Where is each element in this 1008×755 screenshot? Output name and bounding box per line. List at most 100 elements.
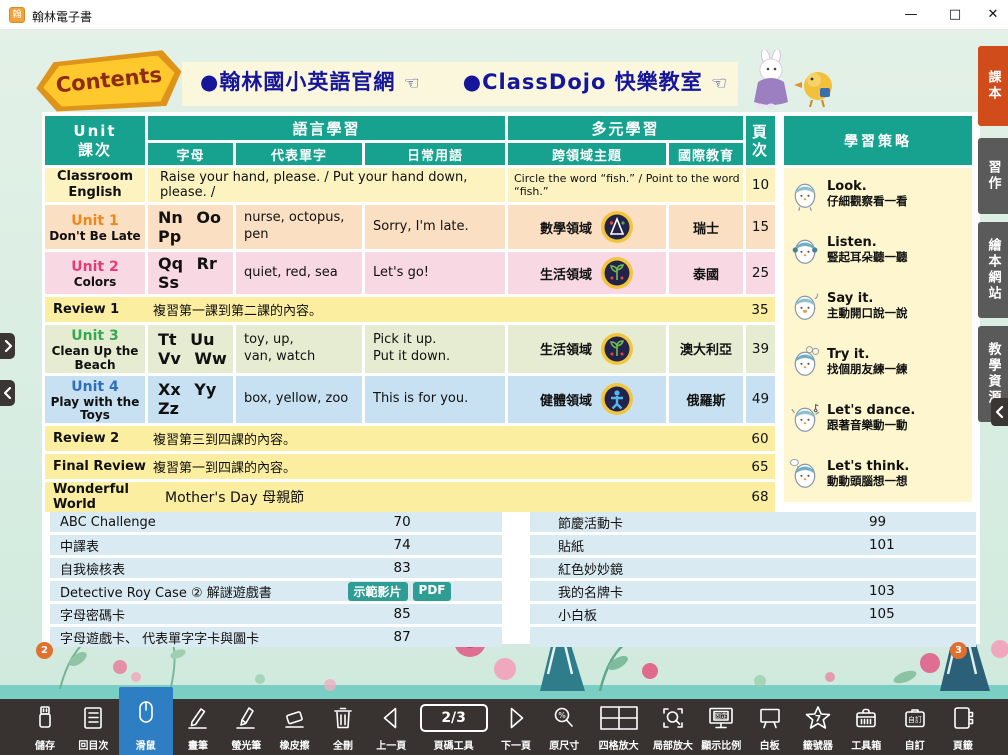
list-item: 自我檢核表83 [50, 558, 502, 578]
four-pane-zoom-button[interactable]: 四格放大 [590, 699, 648, 755]
page-tabs-button[interactable]: 頁籤 [940, 699, 986, 755]
list-item: 中譯表74 [50, 535, 502, 555]
previous-triangle-icon [378, 705, 404, 731]
left-panel-collapse-button[interactable] [0, 380, 15, 406]
original-size-button[interactable]: % 原尺寸 [541, 699, 587, 755]
svg-text:自訂: 自訂 [908, 715, 922, 724]
row-review-1: Review 1 複習第一課到第二課的內容。 35 [45, 297, 775, 322]
pdf-button[interactable]: PDF [413, 582, 452, 601]
country: 瑞士 [669, 205, 743, 249]
mouse-icon [133, 699, 159, 725]
strategy-lets-think: Let's think.動動頭腦想一想 [790, 456, 966, 492]
list-item: 我的名牌卡103 [530, 581, 976, 601]
life-domain-badge-icon [600, 332, 634, 366]
title-bar: 翰 翰林電子書 — □ ✕ [0, 0, 1008, 30]
page-number: 49 [746, 376, 775, 424]
mascot-icon [790, 232, 820, 268]
pencil-icon [185, 705, 211, 731]
list-item: 小白板105 [530, 604, 976, 624]
page-indicator[interactable]: 2/3 [420, 704, 488, 732]
strategy-listen: Listen.豎起耳朵聽一聽 [790, 232, 966, 268]
pen-tool-button[interactable]: 畫筆 [175, 699, 221, 755]
sidebar-collapse-button[interactable] [991, 398, 1008, 426]
mascot-icon [790, 344, 820, 380]
region-magnifier-icon [660, 705, 686, 731]
whiteboard-icon [757, 705, 783, 731]
zoom-percent-icon: % [551, 705, 577, 731]
mascot-icon [790, 456, 820, 492]
save-button[interactable]: 儲存 [22, 699, 68, 755]
unit-number: Unit 1 [71, 213, 118, 229]
pointing-hand-icon: ☜ [404, 73, 421, 94]
svg-text:7: 7 [815, 714, 821, 724]
tab-picture-book-site[interactable]: 繪本網站 [978, 222, 1008, 318]
list-item: 字母遊戲卡、 代表單字字卡與圖卡87 [50, 627, 502, 647]
page-number: 85 [394, 606, 411, 622]
rabbit-and-duck-mascots [744, 50, 844, 110]
display-ratio-button[interactable]: 固定 顯示比例 [698, 699, 744, 755]
fixed-ratio-monitor-icon: 固定 [707, 705, 735, 731]
delete-all-button[interactable]: 全刪 [320, 699, 366, 755]
review-label: Review 1 [45, 302, 153, 317]
ebook-canvas: ●翰林國小英語官網 ☜ ●ClassDojo 快樂教室 ☜ Contents U… [0, 30, 1008, 755]
page-number-badge-left: 2 [36, 642, 53, 659]
custom-button[interactable]: 自訂 自訂 [892, 699, 938, 755]
link-classdojo[interactable]: ●ClassDojo 快樂教室 ☜ [463, 66, 728, 96]
page-number: 25 [746, 252, 775, 294]
unit-number: Unit 4 [71, 379, 118, 395]
svg-text:固定: 固定 [715, 711, 729, 720]
four-pane-grid-icon [599, 704, 639, 732]
list-item-detective-roy: Detective Roy Case ② 解謎遊戲書 示範影片 PDF [50, 581, 502, 601]
highlighter-tool-button[interactable]: 螢光筆 [223, 699, 269, 755]
highlighter-icon [233, 705, 259, 731]
row-unit-2: Unit 2 Colors Qq Rr Ss quiet, red, sea L… [45, 252, 775, 294]
col-header-international: 國際教育 [669, 143, 743, 165]
toolbox-button[interactable]: 工具箱 [843, 699, 889, 755]
app-icon: 翰 [9, 7, 25, 23]
close-button[interactable]: ✕ [970, 0, 1008, 30]
back-to-contents-button[interactable]: 回目次 [70, 699, 116, 755]
number-picker-button[interactable]: 7 籤號器 [795, 699, 841, 755]
row-wonderful-world: Wonderful World Mother's Day 母親節 68 [45, 482, 775, 512]
page-number: 60 [745, 431, 775, 447]
eraser-tool-button[interactable]: 橡皮擦 [272, 699, 318, 755]
unit-title: Don't Be Late [45, 230, 145, 244]
page-number: 87 [394, 629, 411, 645]
list-item [530, 627, 976, 647]
mascot-icon [790, 288, 820, 324]
page-number: 105 [869, 606, 895, 622]
strategies-header: 學習策略 [784, 116, 972, 165]
minimize-button[interactable]: — [888, 0, 934, 30]
demo-video-button[interactable]: 示範影片 [348, 582, 408, 601]
list-item: 貼紙101 [530, 535, 976, 555]
page-number: 101 [869, 537, 895, 553]
whiteboard-button[interactable]: 白板 [747, 699, 793, 755]
strategy-say-it: Say it.主動開口說一說 [790, 288, 966, 324]
row-unit-1: Unit 1 Don't Be Late Nn Oo Pp nurse, oct… [45, 205, 775, 249]
country: 俄羅斯 [669, 376, 743, 424]
col-header-multi-learning: 多元學習 [508, 116, 743, 140]
unit-number: Unit 3 [71, 328, 118, 344]
unit-title: Clean Up the Beach [45, 345, 145, 373]
page-number: 35 [745, 302, 775, 318]
col-header-page: 頁 次 [746, 116, 775, 165]
wonderful-world-label: Wonderful World [45, 482, 165, 512]
svg-text:%: % [558, 711, 566, 720]
left-panel-expand-button[interactable] [0, 333, 15, 359]
tab-textbook[interactable]: 課本 [978, 46, 1008, 126]
math-domain-badge-icon [600, 210, 634, 244]
mouse-tool-button[interactable]: 滑鼠 [119, 687, 173, 755]
row-classroom-english: Classroom English Raise your hand, pleas… [45, 168, 775, 202]
page-number-tool[interactable]: 2/3 頁碼工具 [417, 699, 491, 755]
learning-strategies-panel: 學習策略 Look.仔細觀察看一看 Listen.豎起耳朵聽一聽 Say it.… [784, 116, 972, 502]
link-hanlin-english-site[interactable]: ●翰林國小英語官網 ☜ [200, 66, 421, 96]
page-number: 10 [746, 168, 775, 202]
strategy-look: Look.仔細觀察看一看 [790, 176, 966, 212]
partial-zoom-button[interactable]: 局部放大 [650, 699, 696, 755]
previous-page-button[interactable]: 上一頁 [368, 699, 414, 755]
col-header-daily: 日常用語 [365, 143, 505, 165]
window-title: 翰林電子書 [32, 8, 92, 25]
tab-workbook[interactable]: 習作 [978, 138, 1008, 214]
country: 澳大利亞 [669, 325, 743, 373]
next-page-button[interactable]: 下一頁 [493, 699, 539, 755]
